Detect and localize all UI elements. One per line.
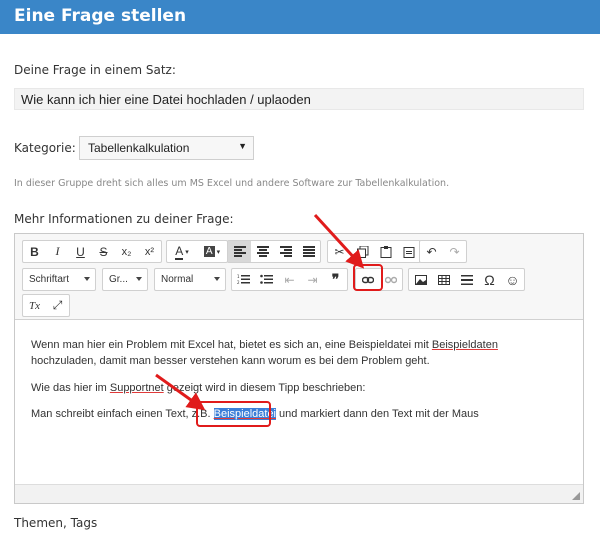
strikethrough-button[interactable]: S bbox=[92, 241, 115, 262]
content-paragraph-2: Wie das hier im Supportnet gezeigt wird … bbox=[31, 382, 366, 394]
font-color-button[interactable]: A ▾ bbox=[167, 241, 197, 262]
paragraph-format-select[interactable]: Normal bbox=[154, 268, 226, 291]
category-value: Tabellenkalkulation bbox=[88, 141, 190, 155]
undo-icon[interactable]: ↶ bbox=[420, 241, 443, 262]
history-group: ↶ ↷ bbox=[419, 240, 467, 263]
chevron-down-icon bbox=[136, 277, 142, 281]
svg-text:2: 2 bbox=[237, 280, 240, 285]
insert-group: Ω ☺ bbox=[408, 268, 525, 291]
subscript-button[interactable]: x₂ bbox=[115, 241, 138, 262]
details-label: Mehr Informationen zu deiner Frage: bbox=[14, 212, 234, 226]
content-paragraph-3: Man schreibt einfach einen Text, z.B. Be… bbox=[31, 408, 479, 420]
outdent-icon[interactable]: ⇤ bbox=[278, 269, 301, 290]
redo-icon[interactable]: ↷ bbox=[443, 241, 466, 262]
tags-label: Themen, Tags bbox=[14, 516, 98, 530]
special-char-icon[interactable]: Ω bbox=[478, 269, 501, 290]
numbered-list-icon[interactable]: 12 bbox=[232, 269, 255, 290]
font-size-select[interactable]: Gr... bbox=[102, 268, 148, 291]
font-family-select[interactable]: Schriftart bbox=[22, 268, 96, 291]
font-size-value: Gr... bbox=[109, 274, 128, 285]
list-group: 12 ⇤ ⇥ ❞ bbox=[231, 268, 348, 291]
chevron-down-icon bbox=[84, 277, 90, 281]
paste-icon[interactable] bbox=[374, 241, 397, 262]
format-group: B I U S x₂ x² bbox=[22, 240, 162, 263]
content-paragraph-1: Wenn man hier ein Problem mit Excel hat,… bbox=[31, 339, 498, 367]
category-label: Kategorie: bbox=[14, 141, 76, 155]
bg-color-button[interactable]: A ▾ bbox=[197, 241, 227, 262]
color-group: A ▾ A ▾ bbox=[166, 240, 228, 263]
paragraph-format-value: Normal bbox=[161, 274, 194, 285]
header-bar: Eine Frage stellen bbox=[0, 0, 600, 34]
align-center-icon[interactable] bbox=[251, 241, 274, 262]
rich-text-editor[interactable]: B I U S x₂ x² A ▾ A ▾ ✂ ↶ ↷ Schriftart G… bbox=[14, 233, 584, 504]
question-input[interactable]: Wie kann ich hier eine Datei hochladen /… bbox=[14, 88, 584, 110]
align-group bbox=[227, 240, 321, 263]
emoji-icon[interactable]: ☺ bbox=[501, 269, 524, 290]
editor-toolbar: B I U S x₂ x² A ▾ A ▾ ✂ ↶ ↷ Schriftart G… bbox=[15, 234, 583, 320]
image-icon[interactable] bbox=[409, 269, 432, 290]
question-label: Deine Frage in einem Satz: bbox=[14, 63, 176, 77]
underline-button[interactable]: U bbox=[69, 241, 92, 262]
justify-icon[interactable] bbox=[297, 241, 320, 262]
link-button-highlight bbox=[353, 264, 383, 291]
cut-icon[interactable]: ✂ bbox=[328, 241, 351, 262]
font-family-value: Schriftart bbox=[29, 274, 70, 285]
editor-statusbar bbox=[15, 484, 583, 503]
chevron-down-icon bbox=[214, 277, 220, 281]
italic-button[interactable]: I bbox=[46, 241, 69, 262]
editor-content[interactable]: Wenn man hier ein Problem mit Excel hat,… bbox=[15, 321, 583, 481]
align-right-icon[interactable] bbox=[274, 241, 297, 262]
resize-grip-icon[interactable] bbox=[572, 492, 580, 500]
blockquote-icon[interactable]: ❞ bbox=[324, 269, 347, 290]
bold-button[interactable]: B bbox=[23, 241, 46, 262]
category-select[interactable]: Tabellenkalkulation ▼ bbox=[79, 136, 254, 160]
svg-text:1: 1 bbox=[237, 274, 240, 279]
bullet-list-icon[interactable] bbox=[255, 269, 278, 290]
remove-format-icon[interactable]: Tx bbox=[23, 295, 46, 316]
page-title: Eine Frage stellen bbox=[14, 6, 187, 26]
table-icon[interactable] bbox=[432, 269, 455, 290]
category-hint: In dieser Gruppe dreht sich alles um MS … bbox=[14, 178, 450, 189]
paste-text-icon[interactable] bbox=[397, 241, 420, 262]
clipboard-group: ✂ bbox=[327, 240, 421, 263]
align-left-icon[interactable] bbox=[228, 241, 251, 262]
maximize-icon[interactable]: ⤢ bbox=[46, 295, 69, 316]
selection-highlight bbox=[196, 401, 271, 427]
superscript-button[interactable]: x² bbox=[138, 241, 161, 262]
copy-icon[interactable] bbox=[351, 241, 374, 262]
indent-icon[interactable]: ⇥ bbox=[301, 269, 324, 290]
cleanup-group: Tx ⤢ bbox=[22, 294, 70, 317]
chevron-down-icon: ▼ bbox=[238, 141, 247, 151]
horizontal-rule-icon[interactable] bbox=[455, 269, 478, 290]
